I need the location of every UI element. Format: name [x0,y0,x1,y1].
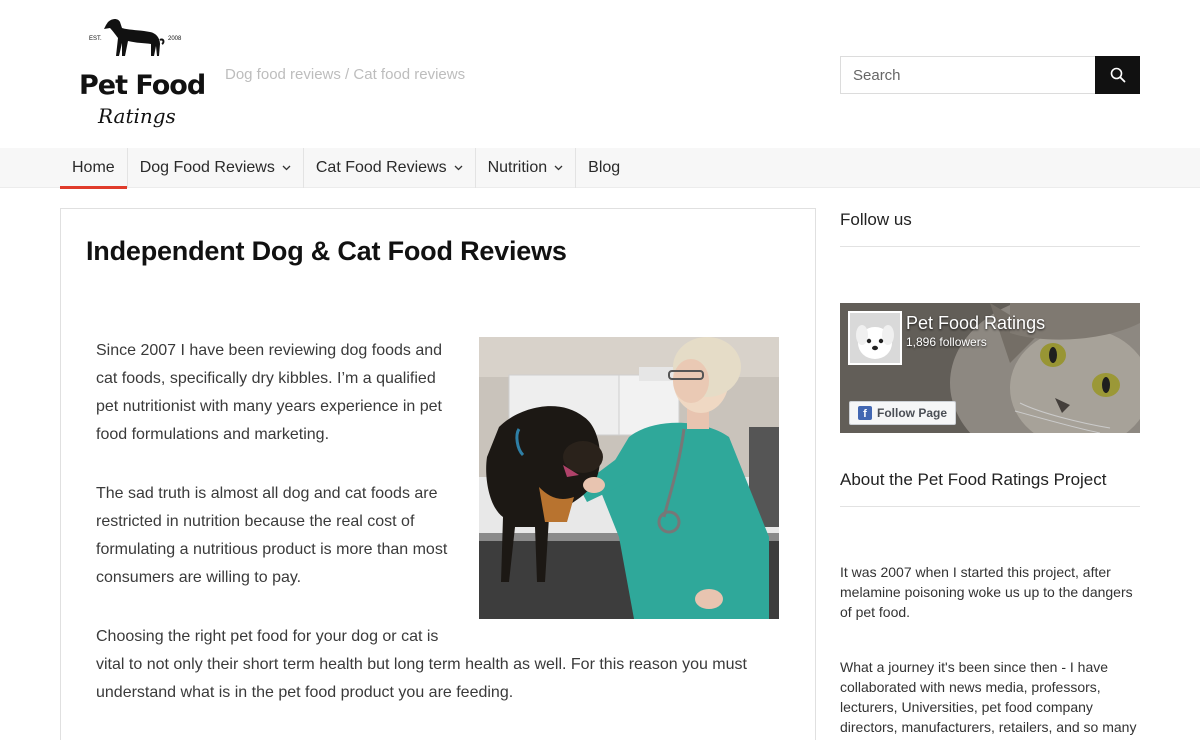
chevron-down-icon [454,165,463,171]
search-input[interactable] [840,56,1095,94]
about-paragraph: What a journey it's been since then - I … [840,659,1137,735]
vet-with-dog-image [479,337,779,619]
search-icon [1110,67,1125,83]
nav-label: Nutrition [487,159,548,176]
chevron-down-icon [554,165,563,171]
facebook-follower-count: 1,896 followers [906,335,987,349]
follow-page-label: Follow Page [877,406,948,420]
site-tagline: Dog food reviews / Cat food reviews [225,66,466,83]
logo-subtitle-text: Ratings [98,104,176,128]
chevron-down-icon [282,165,291,171]
intro-paragraph: Since 2007 I have been reviewing dog foo… [96,342,443,443]
follow-page-button[interactable]: f Follow Page [849,401,957,425]
page-title: Independent Dog & Cat Food Reviews [86,236,567,266]
about-paragraph: It was 2007 when I started this project,… [840,564,1133,620]
nutrition-paragraph: The sad truth is almost all dog and cat … [96,485,448,586]
nav-label: Home [72,159,115,176]
nav-label: Blog [588,159,621,176]
main-article: Independent Dog & Cat Food Reviews Since… [60,208,816,740]
nav-label: Dog Food Reviews [139,159,275,176]
main-navbar: Home Dog Food Reviews Cat Food Reviews N… [0,148,1200,189]
facebook-page-name[interactable]: Pet Food Ratings [906,313,1045,334]
search-form [840,56,1140,94]
choosing-paragraph-start: Choosing the right pet food for your dog… [96,628,439,645]
choosing-paragraph-rest: vital to not only their short term healt… [96,656,747,701]
about-project-heading: About the Pet Food Ratings Project [840,470,1140,507]
search-button[interactable] [1095,56,1140,94]
follow-us-heading: Follow us [840,210,1140,247]
nav-item-nutrition[interactable]: Nutrition [476,148,577,188]
nav-item-blog[interactable]: Blog [576,148,632,188]
facebook-page-avatar [848,311,902,365]
nav-item-cat-food-reviews[interactable]: Cat Food Reviews [304,148,476,188]
nav-item-dog-food-reviews[interactable]: Dog Food Reviews [128,148,304,188]
nav-label: Cat Food Reviews [315,159,447,176]
facebook-page-widget[interactable]: Pet Food Ratings 1,896 followers f Follo… [840,303,1140,433]
logo-year-text: 2008 [168,36,182,42]
logo-est-text: EST. [89,36,102,42]
logo-title-text: Pet Food [79,70,206,101]
site-logo[interactable]: EST. 2008 Pet Food Ratings [62,10,208,138]
nav-item-home[interactable]: Home [60,148,128,189]
facebook-icon: f [858,406,872,420]
main-nav: Home Dog Food Reviews Cat Food Reviews N… [60,148,632,189]
